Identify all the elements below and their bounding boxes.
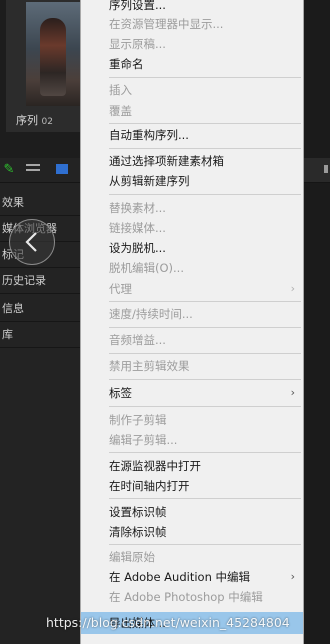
- menu-item-edit-offline[interactable]: 脱机编辑(O)...: [81, 257, 303, 279]
- chevron-right-icon: ›: [290, 570, 295, 583]
- menu-item-make-offline[interactable]: 设为脱机...: [81, 237, 303, 259]
- tab-info[interactable]: 信息: [0, 296, 80, 322]
- menu-item-open-in-timeline[interactable]: 在时间轴内打开: [81, 475, 303, 497]
- menu-item-show-original[interactable]: 显示原稿...: [81, 33, 303, 55]
- menu-item-label: 在资源管理器中显示...: [109, 17, 224, 31]
- menu-item-insert[interactable]: 插入: [81, 79, 303, 101]
- menu-item-label: 脱机编辑(O)...: [109, 261, 184, 275]
- menu-item-new-bin-from-selection[interactable]: 通过选择项新建素材箱: [81, 150, 303, 172]
- tab-history[interactable]: 历史记录: [0, 268, 80, 294]
- menu-item-open-in-source-monitor[interactable]: 在源监视器中打开: [81, 455, 303, 477]
- list-view-icon[interactable]: [26, 164, 40, 176]
- right-panel-edge: [304, 0, 330, 644]
- tab-libraries[interactable]: 库: [0, 322, 80, 348]
- menu-item-label: 编辑原始: [109, 550, 155, 564]
- clip-name: 序列: [16, 114, 38, 127]
- panel-menu-icon[interactable]: [324, 165, 328, 173]
- menu-separator: [109, 327, 301, 328]
- menu-item-label: 从剪辑新建序列: [109, 174, 190, 188]
- menu-separator: [109, 301, 301, 302]
- menu-item-label: 链接媒体...: [109, 221, 166, 235]
- context-menu: 序列设置... 在资源管理器中显示... 显示原稿... 重命名 插入 覆盖 自…: [80, 0, 304, 644]
- menu-item-rename[interactable]: 重命名: [81, 53, 303, 75]
- menu-item-reveal-in-explorer[interactable]: 在资源管理器中显示...: [81, 13, 303, 35]
- chevron-left-icon: [25, 232, 37, 252]
- right-toolbar: [304, 158, 330, 183]
- project-panel: 序列 02 ✎ 效果 媒体浏览器 标记 历史记录 信息 库: [0, 0, 84, 644]
- chevron-right-icon: ›: [290, 282, 295, 295]
- menu-item-label: 重命名: [109, 57, 144, 71]
- menu-separator: [109, 498, 301, 499]
- icon-view-icon[interactable]: [56, 164, 68, 174]
- menu-item-replace-footage[interactable]: 替换素材...: [81, 197, 303, 219]
- clip-number: 02: [41, 117, 53, 127]
- tab-effects[interactable]: 效果: [0, 190, 80, 216]
- menu-item-edit-in-audition[interactable]: 在 Adobe Audition 中编辑 ›: [81, 566, 303, 588]
- sequence-thumbnail-image: [26, 2, 84, 106]
- menu-item-label-submenu[interactable]: 标签 ›: [81, 382, 303, 404]
- menu-item-label: 序列设置...: [109, 0, 166, 12]
- watermark: https://blog.csdn.net/weixin_45284804: [46, 615, 290, 630]
- menu-separator: [109, 544, 301, 545]
- menu-item-label: 编辑子剪辑...: [109, 433, 178, 447]
- menu-separator: [109, 77, 301, 78]
- menu-item-label: 通过选择项新建素材箱: [109, 154, 224, 168]
- menu-item-disable-masterclip-effects[interactable]: 禁用主剪辑效果: [81, 355, 303, 377]
- menu-item-label: 清除标识帧: [109, 525, 167, 539]
- menu-item-edit-in-photoshop[interactable]: 在 Adobe Photoshop 中编辑: [81, 586, 303, 608]
- menu-item-label: 禁用主剪辑效果: [109, 359, 190, 373]
- menu-separator: [109, 148, 301, 149]
- menu-item-speed-duration[interactable]: 速度/持续时间...: [81, 303, 303, 325]
- menu-item-link-media[interactable]: 链接媒体...: [81, 217, 303, 239]
- menu-separator: [109, 353, 301, 354]
- menu-item-label: 替换素材...: [109, 201, 166, 215]
- menu-item-label: 设为脱机...: [109, 241, 166, 255]
- menu-item-label: 在 Adobe Photoshop 中编辑: [109, 590, 263, 604]
- menu-item-label: 设置标识帧: [109, 505, 167, 519]
- menu-item-label: 在 Adobe Audition 中编辑: [109, 570, 251, 584]
- back-button[interactable]: [9, 219, 55, 265]
- menu-item-label: 速度/持续时间...: [109, 307, 193, 321]
- menu-item-make-subclip[interactable]: 制作子剪辑: [81, 409, 303, 431]
- menu-item-label: 在源监视器中打开: [109, 459, 201, 473]
- menu-item-label: 在时间轴内打开: [109, 479, 190, 493]
- menu-item-edit-original[interactable]: 编辑原始: [81, 546, 303, 568]
- pencil-icon[interactable]: ✎: [2, 163, 16, 177]
- menu-item-edit-subclip[interactable]: 编辑子剪辑...: [81, 429, 303, 451]
- menu-item-label: 自动重构序列...: [109, 128, 189, 142]
- menu-separator: [109, 194, 301, 195]
- chevron-right-icon: ›: [290, 386, 295, 399]
- menu-item-proxy[interactable]: 代理 ›: [81, 278, 303, 300]
- menu-item-new-sequence-from-clip[interactable]: 从剪辑新建序列: [81, 170, 303, 192]
- menu-separator: [109, 379, 301, 380]
- menu-separator: [109, 452, 301, 453]
- sequence-thumbnail-label: 序列 02: [16, 112, 53, 128]
- menu-item-label: 代理: [109, 282, 132, 296]
- menu-item-auto-reframe[interactable]: 自动重构序列...: [81, 124, 303, 146]
- menu-item-label: 制作子剪辑: [109, 413, 167, 427]
- menu-separator: [109, 406, 301, 407]
- menu-item-label: 覆盖: [109, 104, 132, 118]
- menu-item-overwrite[interactable]: 覆盖: [81, 100, 303, 122]
- menu-item-audio-gain[interactable]: 音频增益...: [81, 329, 303, 351]
- project-toolbar: ✎: [0, 158, 80, 183]
- menu-item-clear-poster-frame[interactable]: 清除标识帧: [81, 521, 303, 543]
- menu-item-label: 标签: [109, 386, 132, 400]
- menu-item-label: 显示原稿...: [109, 37, 166, 51]
- bin-area: 序列 02: [0, 0, 84, 158]
- sequence-thumbnail-card[interactable]: 序列 02: [6, 0, 84, 132]
- menu-item-set-poster-frame[interactable]: 设置标识帧: [81, 501, 303, 523]
- menu-item-label: 音频增益...: [109, 333, 166, 347]
- menu-item-label: 插入: [109, 83, 132, 97]
- thumbnail-figure: [40, 18, 66, 96]
